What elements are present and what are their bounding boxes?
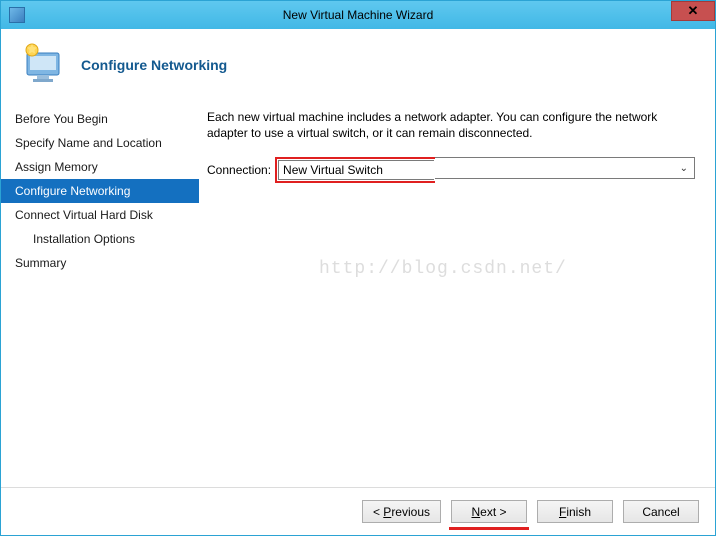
wizard-body: Before You Begin Specify Name and Locati… bbox=[1, 99, 715, 487]
step-before-you-begin[interactable]: Before You Begin bbox=[1, 107, 199, 131]
connection-highlight bbox=[275, 157, 435, 183]
description-text: Each new virtual machine includes a netw… bbox=[207, 109, 695, 141]
next-button-highlight: Next > bbox=[451, 500, 527, 523]
connection-row: Connection: ⌄ bbox=[207, 157, 695, 183]
step-configure-networking[interactable]: Configure Networking bbox=[1, 179, 199, 203]
connection-label: Connection: bbox=[207, 163, 271, 177]
step-assign-memory[interactable]: Assign Memory bbox=[1, 155, 199, 179]
connection-dropdown-tail[interactable]: ⌄ bbox=[435, 157, 695, 179]
next-button[interactable]: Next > bbox=[451, 500, 527, 523]
window-title: New Virtual Machine Wizard bbox=[283, 8, 434, 22]
wizard-footer: < Previous Next > Finish Cancel bbox=[1, 487, 715, 535]
step-summary[interactable]: Summary bbox=[1, 251, 199, 275]
wizard-content: Each new virtual machine includes a netw… bbox=[199, 99, 715, 487]
wizard-header: Configure Networking bbox=[1, 29, 715, 99]
step-connect-vhd[interactable]: Connect Virtual Hard Disk bbox=[1, 203, 199, 227]
app-icon bbox=[9, 7, 25, 23]
titlebar[interactable]: New Virtual Machine Wizard ✕ bbox=[1, 1, 715, 29]
step-sidebar: Before You Begin Specify Name and Locati… bbox=[1, 99, 199, 487]
chevron-down-icon: ⌄ bbox=[680, 163, 688, 174]
watermark-text: http://blog.csdn.net/ bbox=[319, 259, 567, 279]
cancel-button[interactable]: Cancel bbox=[623, 500, 699, 523]
previous-button[interactable]: < Previous bbox=[362, 500, 441, 523]
close-button[interactable]: ✕ bbox=[671, 1, 715, 21]
finish-button[interactable]: Finish bbox=[537, 500, 613, 523]
wizard-window: New Virtual Machine Wizard ✕ Configure N… bbox=[0, 0, 716, 536]
wizard-hero-icon bbox=[19, 41, 67, 89]
step-specify-name[interactable]: Specify Name and Location bbox=[1, 131, 199, 155]
step-installation-options[interactable]: Installation Options bbox=[1, 227, 199, 251]
connection-select[interactable] bbox=[278, 160, 434, 180]
page-title: Configure Networking bbox=[81, 57, 227, 73]
close-icon: ✕ bbox=[688, 3, 699, 19]
